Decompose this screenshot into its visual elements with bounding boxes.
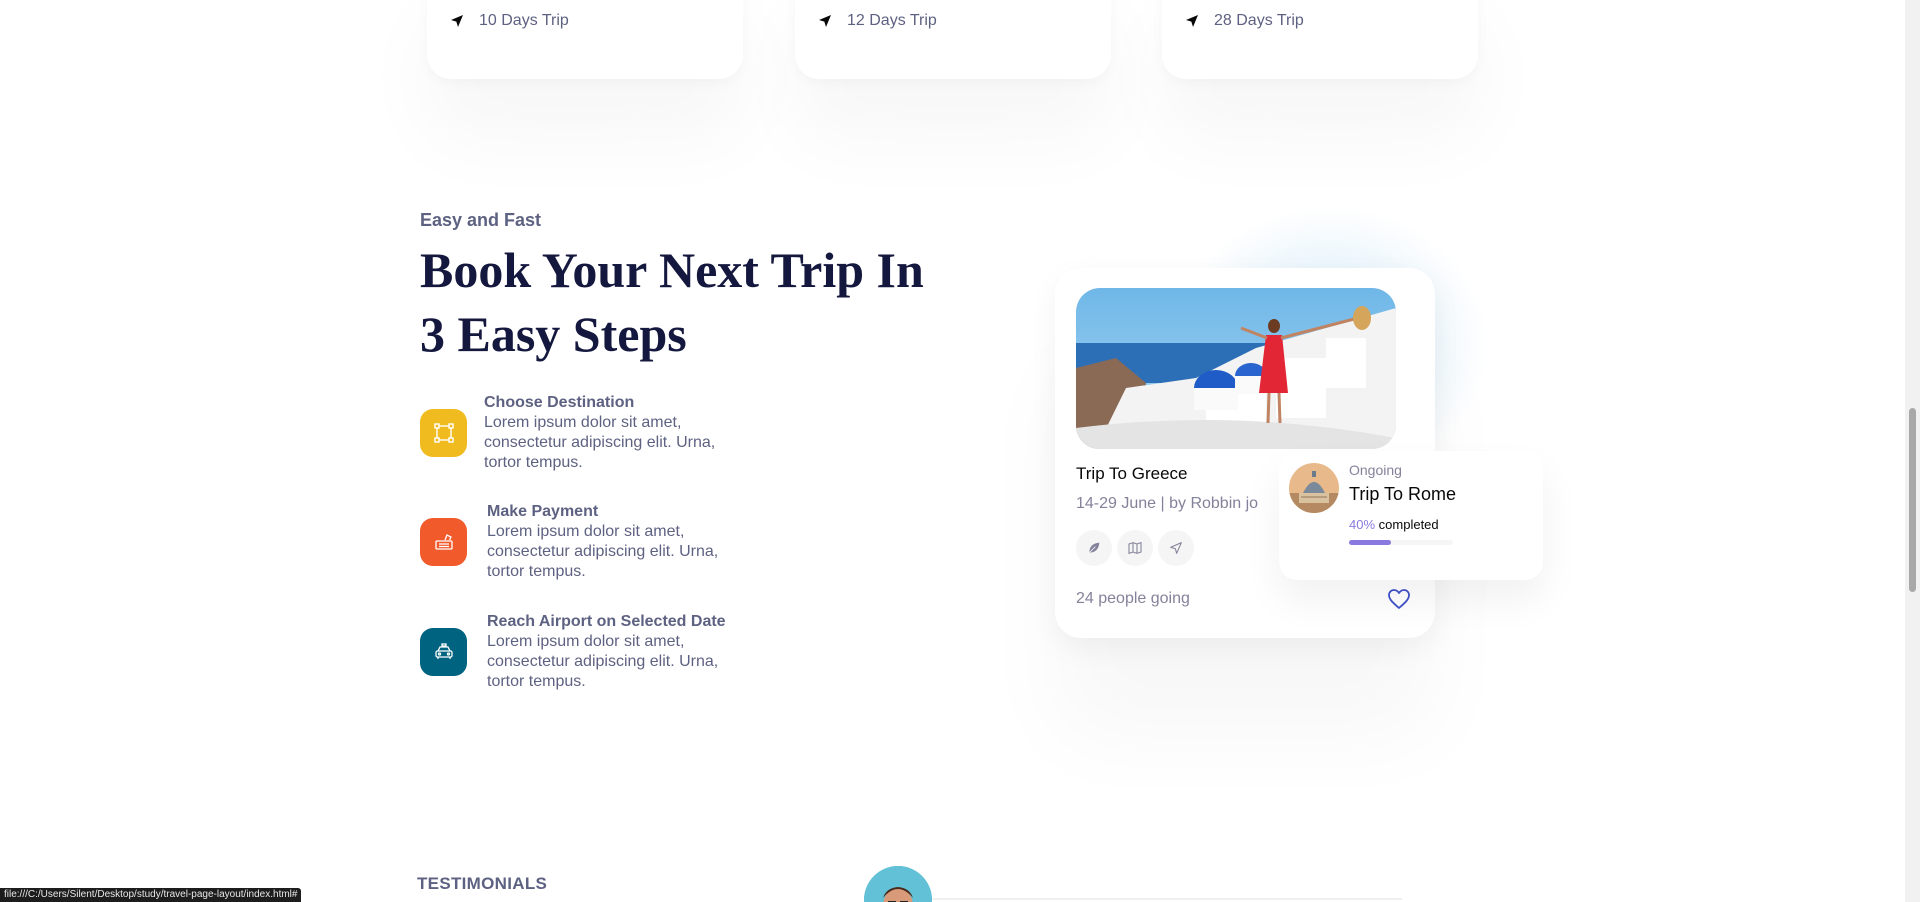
step-text: Reach Airport on Selected Date Lorem ips… [487,612,747,692]
step-text: Make Payment Lorem ipsum dolor sit amet,… [487,502,737,582]
selection-icon [433,423,454,443]
ongoing-trip-card[interactable]: Ongoing Trip To Rome 40% completed [1279,451,1543,580]
trip-duration-row: 10 Days Trip [449,12,569,30]
step-make-payment: Make Payment Lorem ipsum dolor sit amet,… [420,502,737,582]
step-description: Lorem ipsum dolor sit amet, consectetur … [487,523,719,580]
trip-duration: 28 Days Trip [1214,12,1304,29]
trip-duration-row: 12 Days Trip [817,12,937,30]
santorini-image [1076,288,1396,449]
step-choose-destination: Choose Destination Lorem ipsum dolor sit… [420,393,734,473]
scrollbar-thumb[interactable] [1909,408,1916,592]
step-icon-box [420,409,467,457]
section-heading: Book Your Next Trip In 3 Easy Steps [420,242,924,362]
section-subtitle: Easy and Fast [420,210,542,230]
trip-title: Trip To Greece [1076,464,1188,483]
browser-status-url: file:///C:/Users/Silent/Desktop/study/tr… [0,888,302,902]
destination-card[interactable]: 28 Days Trip [1162,0,1478,79]
step-title: Reach Airport on Selected Date [487,613,726,630]
payment-icon [434,534,453,550]
rome-image [1289,463,1339,513]
leaf-button[interactable] [1076,530,1112,566]
rome-avatar [1289,463,1339,513]
step-title: Make Payment [487,503,599,520]
people-going: 24 people going [1076,590,1190,607]
navigation-arrow-icon [819,15,831,27]
page-scrollbar[interactable] [1905,0,1920,902]
step-description: Lorem ipsum dolor sit amet, consectetur … [487,633,719,690]
trip-duration-row: 28 Days Trip [1184,12,1304,30]
trip-meta: 14-29 June | by Robbin jo [1076,495,1259,512]
step-reach-airport: Reach Airport on Selected Date Lorem ips… [420,612,747,692]
destination-card[interactable]: 12 Days Trip [795,0,1111,79]
progress-fill [1349,540,1391,545]
send-button[interactable] [1158,530,1194,566]
trip-duration: 10 Days Trip [479,12,569,29]
progress-bar [1349,540,1453,545]
step-title: Choose Destination [484,394,635,411]
navigation-arrow-icon [1186,15,1198,27]
ongoing-label: Ongoing [1349,462,1402,478]
heart-icon[interactable] [1387,588,1411,610]
progress-label: completed [1378,517,1439,532]
destination-card[interactable]: 10 Days Trip [427,0,743,79]
navigation-arrow-icon [451,15,463,27]
map-button[interactable] [1117,530,1153,566]
trip-image [1076,288,1396,449]
progress-text: 40% completed [1349,517,1439,532]
testimonial-avatar [864,866,932,902]
step-text: Choose Destination Lorem ipsum dolor sit… [484,393,734,473]
step-icon-box [420,518,467,566]
testimonials-label: TESTIMONIALS [417,874,548,893]
map-icon [1128,541,1142,555]
trip-duration: 12 Days Trip [847,12,937,29]
progress-percent: 40% [1349,517,1376,532]
send-icon [1170,542,1182,554]
step-icon-box [420,628,467,676]
ongoing-trip-name: Trip To Rome [1349,484,1457,504]
step-description: Lorem ipsum dolor sit amet, consectetur … [484,414,716,471]
taxi-icon [434,643,453,659]
leaf-icon [1089,542,1100,553]
testimonial-card-edge [932,898,1402,900]
trip-icon-row [1076,530,1194,566]
person-image [864,866,932,902]
